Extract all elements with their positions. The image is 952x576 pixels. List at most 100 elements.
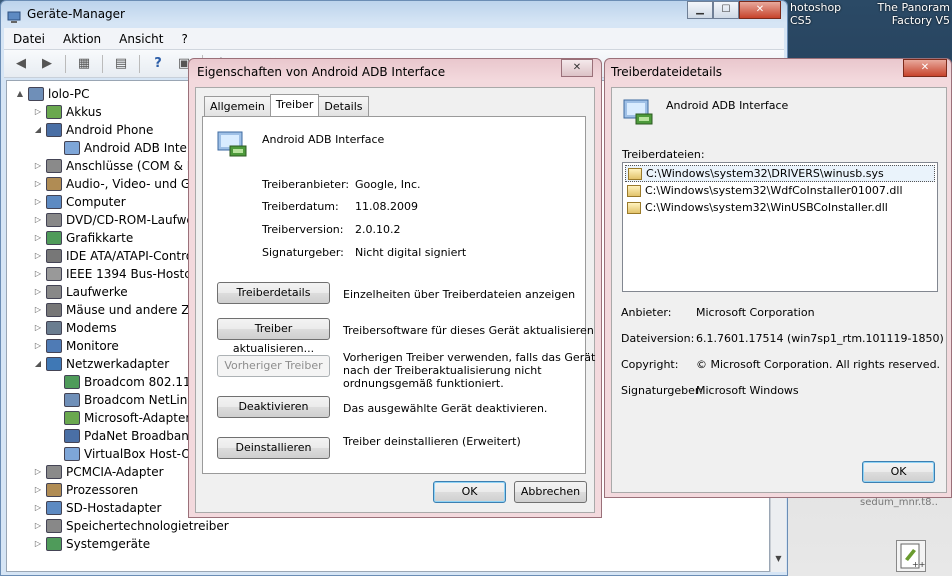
tree-item[interactable]: ▷ PCMCIA-Adapter (33, 463, 164, 481)
driver-version-label: Treiberversion: (262, 223, 344, 236)
tree-item[interactable]: Microsoft-Adapter (51, 409, 190, 427)
tree-item[interactable]: ▷ Computer (33, 193, 126, 211)
maximize-button[interactable]: ☐ (713, 1, 739, 19)
tree-item[interactable]: ▷ Monitore (33, 337, 119, 355)
device-manager-title: Geräte-Manager (27, 7, 125, 21)
tree-expander-icon[interactable]: ▷ (33, 319, 43, 337)
file-row[interactable]: C:\Windows\system32\WinUSBCoInstaller.dl… (625, 199, 888, 216)
tree-item[interactable]: ▷ Laufwerke (33, 283, 128, 301)
driver-details-button[interactable]: Treiberdetails (217, 282, 330, 304)
file-row[interactable]: C:\Windows\system32\WdfCoInstaller01007.… (625, 182, 903, 199)
tree-expander-icon[interactable]: ▷ (33, 517, 43, 535)
driver-files-list[interactable]: C:\Windows\system32\DRIVERS\winusb.sys C… (622, 162, 938, 292)
tree-item[interactable]: ▲ lolo-PC (15, 85, 90, 103)
props-ok-button[interactable]: OK (433, 481, 506, 503)
details-titlebar[interactable]: Treiberdateidetails ✕ (605, 59, 951, 85)
menu-ansicht[interactable]: Ansicht (110, 32, 172, 46)
update-driver-button[interactable]: Treiber aktualisieren... (217, 318, 330, 355)
tree-expander-icon[interactable]: ▷ (33, 481, 43, 499)
battery-icon (46, 105, 62, 119)
properties-title: Eigenschaften von Android ADB Interface (197, 65, 446, 79)
tree-item[interactable]: ▷ Mäuse und andere Zei (33, 301, 200, 319)
tree-item-label: PCMCIA-Adapter (66, 465, 164, 479)
tree-item-label: SD-Hostadapter (66, 501, 162, 515)
update-driver-desc: Treibersoftware für dieses Gerät aktuali… (343, 324, 594, 337)
tree-item[interactable]: ▷ SD-Hostadapter (33, 499, 161, 517)
tree-item-label: IEEE 1394 Bus-Hostco (66, 267, 199, 281)
properties-close-button[interactable]: ✕ (561, 59, 593, 77)
tree-expander-icon[interactable]: ▷ (33, 283, 43, 301)
tree-item[interactable]: ▷ Systemgeräte (33, 535, 150, 553)
tree-item[interactable]: ▷ Speichertechnologietreiber (33, 517, 229, 535)
tree-expander-icon[interactable]: ▷ (33, 157, 43, 175)
driver-files-label: Treiberdateien: (622, 148, 705, 161)
tree-expander-icon[interactable]: ◢ (33, 121, 43, 139)
tree-item[interactable]: PdaNet Broadband (51, 427, 197, 445)
details-device-name: Android ADB Interface (666, 99, 789, 112)
driver-version-value: 2.0.10.2 (355, 223, 401, 236)
file-row[interactable]: C:\Windows\system32\DRIVERS\winusb.sys (625, 165, 935, 182)
tree-item[interactable]: ▷ Audio-, Video- und Ga (33, 175, 198, 193)
tree-expander-icon[interactable]: ▷ (33, 535, 43, 553)
tree-item[interactable]: ▷ IDE ATA/ATAPI-Contro (33, 247, 193, 265)
tree-expander-icon[interactable]: ▷ (33, 229, 43, 247)
notepad-plus-desktop-icon[interactable]: ++ (896, 540, 926, 572)
network-adapter-icon (64, 447, 80, 461)
scroll-down-arrow[interactable]: ▼ (773, 554, 784, 568)
device-manager-titlebar[interactable]: Geräte-Manager ▁ ☐ ✕ (1, 1, 787, 27)
forward-icon[interactable]: ▶ (36, 54, 58, 74)
tree-item[interactable]: ▷ IEEE 1394 Bus-Hostco (33, 265, 198, 283)
properties-icon[interactable]: ▤ (110, 54, 132, 74)
minimize-button[interactable]: ▁ (687, 1, 713, 19)
uninstall-driver-button[interactable]: Deinstallieren (217, 437, 330, 459)
props-cancel-button[interactable]: Abbrechen (514, 481, 587, 503)
tab-allgemein[interactable]: Allgemein (204, 96, 271, 116)
details-close-button[interactable]: ✕ (903, 59, 947, 77)
tree-item[interactable]: ▷ Grafikkarte (33, 229, 133, 247)
disable-device-button[interactable]: Deaktivieren (217, 396, 330, 418)
toolbar-separator (65, 54, 66, 73)
properties-titlebar[interactable]: Eigenschaften von Android ADB Interface … (189, 59, 601, 85)
desktop-icon-label-photoshop[interactable]: hotoshop CS5 (790, 1, 841, 27)
rollback-driver-button[interactable]: Vorheriger Treiber (217, 355, 330, 377)
tree-item[interactable]: ▷ Prozessoren (33, 481, 138, 499)
tree-expander-icon[interactable]: ▷ (33, 193, 43, 211)
graphics-card-icon (46, 231, 62, 245)
tab-details[interactable]: Details (318, 96, 369, 116)
network-adapter-icon (64, 375, 80, 389)
close-button[interactable]: ✕ (739, 1, 781, 19)
tree-item[interactable]: Broadcom NetLink (51, 391, 194, 409)
tree-expander-icon[interactable]: ▷ (33, 175, 43, 193)
tree-expander-icon[interactable]: ▲ (15, 85, 25, 103)
tree-item[interactable]: Android ADB Interf (51, 139, 196, 157)
tree-item[interactable]: ▷ Modems (33, 319, 117, 337)
tree-item[interactable]: ▷ Anschlüsse (COM & LP (33, 157, 201, 175)
tree-expander-icon[interactable]: ▷ (33, 265, 43, 283)
tree-expander-icon[interactable]: ▷ (33, 337, 43, 355)
tree-expander-icon[interactable]: ▷ (33, 103, 43, 121)
tree-expander-icon[interactable]: ▷ (33, 247, 43, 265)
help-icon[interactable]: ? (147, 54, 169, 74)
tree-item-label: Speichertechnologietreiber (66, 519, 229, 533)
tree-item[interactable]: ▷ DVD/CD-ROM-Laufwe (33, 211, 194, 229)
menu-aktion[interactable]: Aktion (54, 32, 110, 46)
desktop-icon-label-panorama[interactable]: The Panoram Factory V5 (874, 1, 950, 27)
tree-expander-icon[interactable]: ▷ (33, 211, 43, 229)
tree-item[interactable]: VirtualBox Host-Or (51, 445, 196, 463)
menu-bar: Datei Aktion Ansicht ? (4, 28, 784, 50)
tree-expander-icon[interactable]: ▷ (33, 301, 43, 319)
tree-expander-icon[interactable]: ◢ (33, 355, 43, 373)
tree-expander-icon[interactable]: ▷ (33, 463, 43, 481)
tree-item[interactable]: ◢ Netzwerkadapter (33, 355, 169, 373)
tree-item[interactable]: Broadcom 802.11g (51, 373, 198, 391)
tab-treiber[interactable]: Treiber (269, 94, 320, 116)
tree-item[interactable]: ◢ Android Phone (33, 121, 153, 139)
tree-item[interactable]: ▷ Akkus (33, 103, 102, 121)
menu-datei[interactable]: Datei (4, 32, 54, 46)
cpu-icon (46, 483, 62, 497)
menu-help[interactable]: ? (172, 32, 196, 46)
details-ok-button[interactable]: OK (862, 461, 935, 483)
back-icon[interactable]: ◀ (10, 54, 32, 74)
tree-expander-icon[interactable]: ▷ (33, 499, 43, 517)
tree-view-icon[interactable]: ▦ (73, 54, 95, 74)
